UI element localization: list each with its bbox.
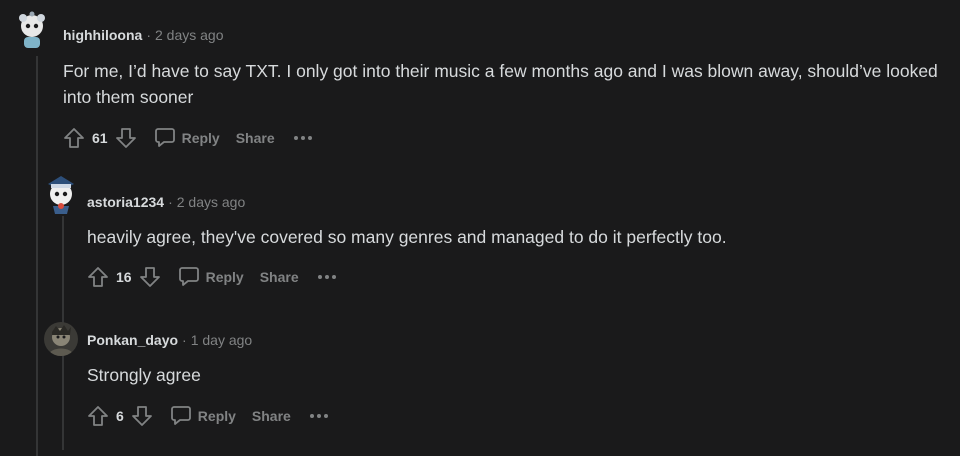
comment-actions: 61 Reply Share (62, 124, 313, 152)
username[interactable]: Ponkan_dayo (87, 332, 178, 348)
comment-meta: Ponkan_dayo · 1 day ago (87, 331, 252, 349)
separator: · (182, 332, 187, 348)
reply-label: Reply (197, 408, 236, 424)
timestamp[interactable]: 2 days ago (155, 27, 224, 43)
user-photo-avatar-icon[interactable] (44, 322, 78, 356)
upvote-icon[interactable] (86, 404, 110, 428)
snoo-avatar-icon[interactable] (14, 10, 50, 48)
username[interactable]: highhiloona (63, 27, 142, 43)
comment-meta: highhiloona · 2 days ago (63, 26, 224, 44)
separator: · (168, 194, 173, 210)
comment-body: heavily agree, they've covered so many g… (87, 227, 727, 247)
comment-body: Strongly agree (87, 365, 201, 385)
reply-label: Reply (205, 269, 244, 285)
comment-body: For me, I’d have to say TXT. I only got … (63, 61, 938, 107)
vote-count: 6 (116, 408, 124, 424)
more-options-icon[interactable] (293, 135, 313, 141)
timestamp[interactable]: 2 days ago (177, 194, 246, 210)
more-options-icon[interactable] (317, 274, 337, 280)
vote-count: 16 (116, 269, 132, 285)
upvote-icon[interactable] (62, 126, 86, 150)
comment-meta: astoria1234 · 2 days ago (87, 193, 245, 211)
reply-button[interactable]: Reply (154, 126, 220, 151)
reply-button[interactable]: Reply (178, 265, 244, 290)
reply-button[interactable]: Reply (170, 404, 236, 429)
share-button[interactable]: Share (236, 130, 275, 146)
thread-line[interactable] (36, 56, 38, 456)
share-button[interactable]: Share (252, 408, 291, 424)
username[interactable]: astoria1234 (87, 194, 164, 210)
comment-actions: 6 Reply Share (86, 402, 329, 430)
vote-count: 61 (92, 130, 108, 146)
downvote-icon[interactable] (114, 126, 138, 150)
comment-bubble-icon (170, 404, 192, 429)
snoo-sailor-avatar-icon[interactable] (42, 172, 78, 214)
downvote-icon[interactable] (138, 265, 162, 289)
share-button[interactable]: Share (260, 269, 299, 285)
upvote-icon[interactable] (86, 265, 110, 289)
reply-label: Reply (181, 130, 220, 146)
comment-bubble-icon (178, 265, 200, 290)
timestamp[interactable]: 1 day ago (191, 332, 253, 348)
downvote-icon[interactable] (130, 404, 154, 428)
comment-actions: 16 Reply Share (86, 263, 337, 291)
more-options-icon[interactable] (309, 413, 329, 419)
comment-bubble-icon (154, 126, 176, 151)
separator: · (146, 27, 151, 43)
